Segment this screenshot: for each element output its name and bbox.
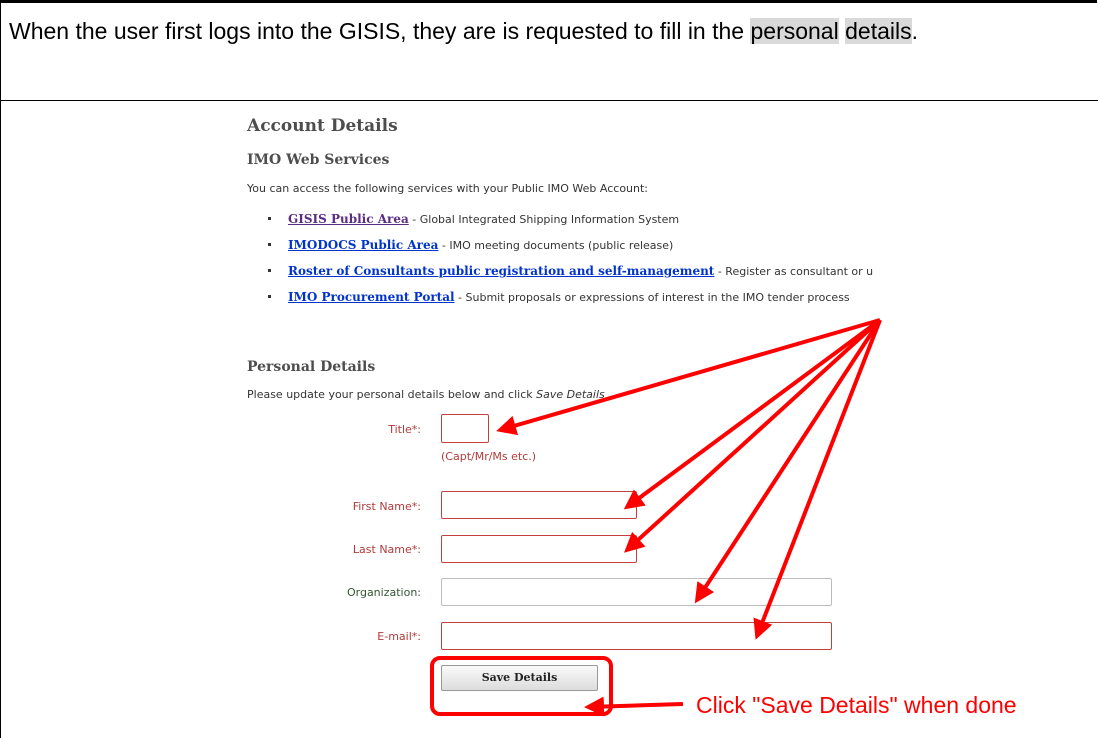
bullet-icon — [268, 243, 271, 246]
intro-highlight-personal: personal — [750, 18, 839, 44]
instructions-text: Please update your personal details belo… — [247, 388, 605, 401]
gisis-public-area-link[interactable]: GISIS Public Area — [288, 212, 409, 226]
title-input[interactable] — [441, 414, 489, 443]
imo-web-services-heading: IMO Web Services — [247, 152, 390, 168]
account-details-screenshot: Account Details IMO Web Services You can… — [247, 110, 1098, 738]
intro-period: . — [911, 18, 918, 44]
service-item-gisis: GISIS Public Area - Global Integrated Sh… — [268, 206, 873, 232]
service-item-imodocs: IMODOCS Public Area - IMO meeting docume… — [268, 232, 873, 258]
service-desc: - IMO meeting documents (public release) — [438, 239, 674, 252]
title-hint: (Capt/Mr/Ms etc.) — [441, 450, 537, 463]
personal-details-heading: Personal Details — [247, 359, 376, 375]
bullet-icon — [268, 217, 271, 220]
save-button-highlight — [430, 656, 613, 716]
organization-label: Organization: — [346, 586, 421, 599]
service-item-roster: Roster of Consultants public registratio… — [268, 258, 873, 284]
email-label: E-mail*: — [377, 630, 421, 643]
roster-of-consultants-link[interactable]: Roster of Consultants public registratio… — [288, 264, 714, 278]
first-name-input[interactable] — [441, 491, 637, 519]
frame-left-border — [0, 0, 1, 738]
frame-top-border — [0, 0, 1097, 3]
account-details-heading: Account Details — [247, 116, 398, 136]
first-name-label: First Name*: — [352, 500, 421, 513]
last-name-input[interactable] — [441, 535, 637, 563]
service-item-procurement: IMO Procurement Portal - Submit proposal… — [268, 284, 873, 310]
email-input[interactable] — [441, 622, 832, 650]
intro-text: When the user first logs into the GISIS,… — [9, 18, 751, 44]
save-callout-text: Click "Save Details" when done — [696, 692, 1017, 718]
organization-input[interactable] — [441, 578, 832, 606]
bullet-icon — [268, 295, 271, 298]
intro-paragraph: When the user first logs into the GISIS,… — [9, 14, 1089, 48]
bullet-icon — [268, 269, 271, 272]
service-desc: - Submit proposals or expressions of int… — [454, 291, 850, 304]
intro-highlight-details: details — [845, 18, 912, 44]
instructions-plain: Please update your personal details belo… — [247, 388, 537, 401]
row-divider — [0, 100, 1098, 101]
access-text: You can access the following services wi… — [247, 182, 649, 195]
last-name-label: Last Name*: — [352, 543, 421, 556]
service-desc: - Global Integrated Shipping Information… — [408, 213, 680, 226]
title-label: Title*: — [388, 423, 421, 436]
imodocs-public-area-link[interactable]: IMODOCS Public Area — [288, 238, 438, 252]
instructions-emphasis: Save Details — [536, 388, 605, 401]
service-desc: - Register as consultant or u — [714, 265, 874, 278]
services-list: GISIS Public Area - Global Integrated Sh… — [268, 206, 873, 310]
imo-procurement-portal-link[interactable]: IMO Procurement Portal — [288, 290, 455, 304]
